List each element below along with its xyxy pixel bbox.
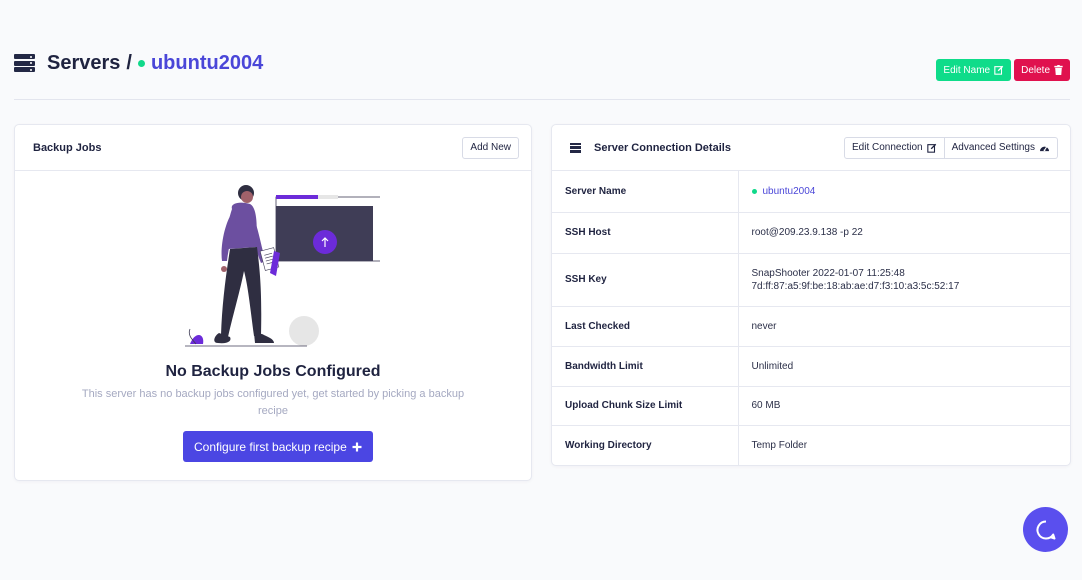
empty-state-illustration bbox=[185, 185, 380, 347]
edit-connection-label: Edit Connection bbox=[852, 142, 923, 153]
working-directory-value: Temp Folder bbox=[751, 439, 808, 451]
upload-chunk-size-value: 60 MB bbox=[738, 386, 1070, 426]
edit-icon bbox=[926, 143, 936, 153]
connection-details-card: Server Connection Details Edit Connectio… bbox=[551, 124, 1071, 466]
row-label: Last Checked bbox=[552, 306, 739, 347]
trash-icon bbox=[1054, 65, 1063, 75]
connection-details-table: Server Name ubuntu2004 SSH Host root@209… bbox=[552, 171, 1070, 465]
configure-backup-label: Configure first backup recipe bbox=[194, 439, 347, 454]
row-label: Upload Chunk Size Limit bbox=[552, 386, 739, 426]
chat-icon bbox=[1036, 520, 1055, 539]
server-name-value[interactable]: ubuntu2004 bbox=[738, 171, 1070, 213]
server-name-link[interactable]: ubuntu2004 bbox=[763, 186, 816, 197]
online-status-dot bbox=[137, 59, 145, 67]
backup-jobs-header: Backup Jobs Add New bbox=[15, 125, 531, 171]
table-row: Last Checked never bbox=[552, 306, 1070, 347]
breadcrumb-separator: / bbox=[126, 51, 132, 74]
ssh-key-fingerprint: 7d:ff:87:a5:9f:be:18:ab:ae:d7:f3:10:a3:5… bbox=[751, 280, 960, 292]
delete-button[interactable]: Delete bbox=[1014, 59, 1070, 81]
bandwidth-limit-value: Unlimited bbox=[738, 346, 1070, 387]
header-actions: Edit Name Delete bbox=[936, 59, 1070, 81]
table-row: Bandwidth Limit Unlimited bbox=[552, 346, 1070, 387]
connection-details-header: Server Connection Details Edit Connectio… bbox=[552, 125, 1070, 171]
connection-details-title-wrap: Server Connection Details bbox=[570, 142, 731, 154]
connection-details-title: Server Connection Details bbox=[594, 141, 731, 154]
row-label: SSH Host bbox=[552, 212, 739, 254]
table-row: Upload Chunk Size Limit 60 MB bbox=[552, 386, 1070, 426]
servers-icon bbox=[14, 54, 35, 72]
plus-icon bbox=[352, 442, 362, 451]
empty-state-title: No Backup Jobs Configured bbox=[165, 363, 381, 380]
edit-name-label: Edit Name bbox=[943, 64, 991, 76]
table-row: SSH Host root@209.23.9.138 -p 22 bbox=[552, 212, 1070, 254]
page-header: Servers / ubuntu2004 Edit Name Delete bbox=[14, 48, 1070, 81]
server-icon bbox=[570, 142, 581, 153]
advanced-settings-button[interactable]: Advanced Settings bbox=[944, 136, 1058, 159]
backup-jobs-title: Backup Jobs bbox=[33, 141, 102, 154]
configure-backup-recipe-button[interactable]: Configure first backup recipe bbox=[183, 431, 373, 462]
edit-connection-button[interactable]: Edit Connection bbox=[844, 136, 945, 159]
edit-icon bbox=[994, 65, 1004, 75]
gauge-icon bbox=[1039, 145, 1050, 151]
table-row: Server Name ubuntu2004 bbox=[552, 171, 1070, 213]
row-label: Working Directory bbox=[552, 425, 739, 465]
online-status-dot bbox=[751, 188, 757, 194]
backup-jobs-card: Backup Jobs Add New No Backup Jobs Confi… bbox=[14, 124, 532, 481]
ssh-key-name: SnapShooter 2022-01-07 11:25:48 bbox=[751, 267, 905, 279]
empty-state-description: This server has no backup jobs configure… bbox=[81, 388, 465, 417]
ssh-key-value: SnapShooter 2022-01-07 11:25:48 7d:ff:87… bbox=[738, 253, 1070, 307]
breadcrumb-servers[interactable]: Servers bbox=[47, 52, 120, 75]
table-row: Working Directory Temp Folder bbox=[552, 425, 1070, 465]
row-label: SSH Key bbox=[552, 253, 739, 307]
row-label: Bandwidth Limit bbox=[552, 346, 739, 387]
connection-actions: Edit Connection Advanced Settings bbox=[844, 136, 1058, 159]
advanced-settings-label: Advanced Settings bbox=[951, 142, 1035, 153]
add-new-button[interactable]: Add New bbox=[462, 136, 519, 159]
table-row: SSH Key SnapShooter 2022-01-07 11:25:48 … bbox=[552, 253, 1070, 307]
row-label: Server Name bbox=[552, 171, 739, 213]
delete-label: Delete bbox=[1021, 64, 1050, 76]
last-checked-value: never bbox=[738, 306, 1070, 347]
breadcrumb-current-server: ubuntu2004 bbox=[150, 51, 264, 74]
ssh-host-value: root@209.23.9.138 -p 22 bbox=[738, 212, 1070, 254]
help-chat-button[interactable] bbox=[1023, 507, 1068, 552]
header-divider bbox=[14, 99, 1070, 100]
edit-name-button[interactable]: Edit Name bbox=[936, 59, 1012, 81]
